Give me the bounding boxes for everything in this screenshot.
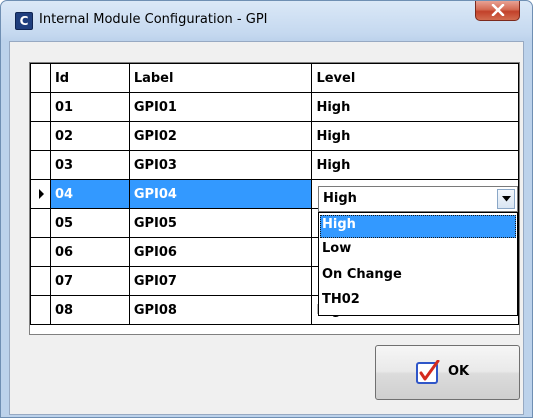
row-indicator[interactable] — [30, 208, 51, 238]
table-row[interactable]: 02 GPI02 High — [30, 121, 519, 151]
row-indicator[interactable] — [30, 179, 51, 209]
level-cell[interactable]: High — [311, 121, 519, 151]
close-button[interactable] — [475, 1, 520, 21]
level-option-high[interactable]: High — [320, 215, 516, 238]
ok-button-label: OK — [448, 364, 470, 379]
id-cell[interactable]: 02 — [49, 121, 130, 151]
label-cell[interactable]: GPI02 — [128, 121, 313, 151]
close-icon — [491, 4, 505, 16]
label-cell[interactable]: GPI03 — [128, 150, 313, 180]
level-option-low[interactable]: Low — [320, 239, 516, 262]
label-cell[interactable]: GPI05 — [128, 208, 313, 238]
id-cell[interactable]: 05 — [49, 208, 130, 238]
label-cell[interactable]: GPI08 — [128, 295, 313, 325]
row-indicator[interactable] — [30, 150, 51, 180]
level-combobox-dropdown-button[interactable] — [497, 189, 515, 209]
id-cell[interactable]: 07 — [49, 266, 130, 296]
level-cell[interactable]: High — [311, 92, 519, 122]
row-indicator-header — [30, 63, 51, 93]
app-icon: C — [15, 12, 33, 30]
level-option-on-change[interactable]: On Change — [320, 265, 516, 288]
label-cell[interactable]: GPI06 — [128, 237, 313, 267]
level-combobox[interactable]: High — [318, 186, 518, 212]
level-dropdown-list: High Low On Change TH02 — [318, 212, 518, 316]
id-cell[interactable]: 03 — [49, 150, 130, 180]
level-cell[interactable]: High — [311, 150, 519, 180]
id-cell[interactable]: 01 — [49, 92, 130, 122]
table-row[interactable]: 01 GPI01 High — [30, 92, 519, 122]
chevron-down-icon — [502, 196, 511, 202]
row-indicator[interactable] — [30, 266, 51, 296]
column-header-id[interactable]: Id — [49, 63, 130, 93]
level-option-th02[interactable]: TH02 — [320, 290, 516, 313]
column-header-level[interactable]: Level — [311, 63, 519, 93]
row-indicator[interactable] — [30, 92, 51, 122]
title-bar[interactable]: C Internal Module Configuration - GPI — [1, 1, 532, 41]
row-indicator[interactable] — [30, 295, 51, 325]
id-cell[interactable]: 04 — [49, 179, 130, 209]
table-row[interactable]: 03 GPI03 High — [30, 150, 519, 180]
row-indicator[interactable] — [30, 237, 51, 267]
column-header-label[interactable]: Label — [128, 63, 313, 93]
level-combobox-value: High — [323, 191, 357, 206]
label-cell[interactable]: GPI04 — [128, 179, 313, 209]
id-cell[interactable]: 08 — [49, 295, 130, 325]
ok-button[interactable]: OK — [375, 345, 520, 400]
row-indicator[interactable] — [30, 121, 51, 151]
label-cell[interactable]: GPI01 — [128, 92, 313, 122]
table-header-row: Id Label Level — [30, 63, 519, 93]
checkbox-check-icon — [416, 360, 440, 384]
label-cell[interactable]: GPI07 — [128, 266, 313, 296]
current-row-arrow-icon — [39, 189, 44, 199]
id-cell[interactable]: 06 — [49, 237, 130, 267]
window-title: Internal Module Configuration - GPI — [39, 12, 268, 27]
